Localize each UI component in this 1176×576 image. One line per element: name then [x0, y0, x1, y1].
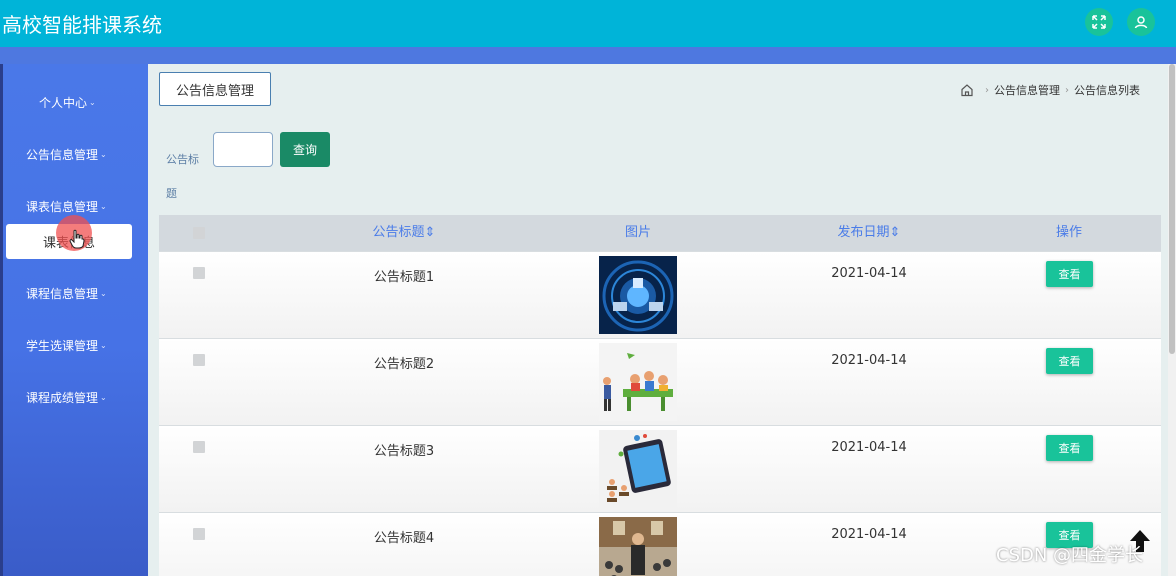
row-title: 公告标题2 — [373, 357, 435, 372]
column-header-label: 公告标题 — [372, 225, 425, 240]
row-title: 公告标题3 — [373, 444, 435, 459]
caret-down-icon: ⌄ — [100, 201, 107, 211]
row-date: 2021-04-14 — [831, 527, 907, 542]
row-checkbox[interactable] — [193, 441, 205, 453]
select-all-checkbox[interactable] — [193, 227, 205, 239]
user-button[interactable] — [1127, 8, 1155, 36]
home-icon[interactable] — [960, 83, 974, 97]
fullscreen-button[interactable] — [1085, 8, 1113, 36]
sidebar-item-course-management[interactable]: 课程信息管理 ⌄ — [0, 281, 148, 305]
column-header-date[interactable]: 发布日期⇕ — [789, 215, 949, 251]
row-title: 公告标题1 — [373, 270, 435, 285]
table-row: 公告标题1 2021-04-14 查看 — [159, 251, 1161, 338]
search-button[interactable]: 查询 — [280, 132, 330, 167]
column-header-label: 发布日期 — [837, 225, 890, 240]
view-button[interactable]: 查看 — [1046, 261, 1093, 287]
sidebar — [0, 64, 148, 576]
sidebar-item-label: 学生选课管理 — [26, 338, 99, 353]
app-title: 高校智能排课系统 — [2, 13, 162, 37]
table-row: 公告标题2 2021-04-14 查看 — [159, 338, 1161, 425]
sidebar-item-personal-center[interactable]: 个人中心 ⌄ — [0, 90, 148, 114]
sidebar-edge — [0, 64, 3, 576]
search-input[interactable] — [213, 132, 273, 167]
row-checkbox[interactable] — [193, 528, 205, 540]
view-button[interactable]: 查看 — [1046, 435, 1093, 461]
notice-image — [599, 256, 677, 334]
column-header-title[interactable]: 公告标题⇕ — [309, 215, 499, 251]
view-button[interactable]: 查看 — [1046, 348, 1093, 374]
sidebar-item-label: 个人中心 — [39, 95, 88, 110]
caret-down-icon: ⌄ — [100, 288, 107, 298]
sidebar-item-label: 公告信息管理 — [26, 147, 99, 162]
page-scrollbar[interactable] — [1168, 64, 1176, 576]
sidebar-item-label: 课程成绩管理 — [26, 390, 99, 405]
scrollbar-thumb[interactable] — [1169, 64, 1175, 354]
breadcrumb-separator: › — [1065, 84, 1069, 96]
sidebar-item-course-selection[interactable]: 学生选课管理 ⌄ — [0, 333, 148, 357]
notice-table: 公告标题⇕ 图片 发布日期⇕ 操作 公告标题1 2021-04-14 查看 公告… — [159, 215, 1161, 576]
header-subbar — [0, 47, 1176, 64]
sort-icon: ⇕ — [424, 225, 436, 240]
expand-icon — [1092, 15, 1106, 29]
breadcrumb: › 公告信息管理 › 公告信息列表 — [960, 82, 1140, 98]
user-icon — [1134, 16, 1148, 29]
row-date: 2021-04-14 — [831, 440, 907, 455]
hand-pointer-icon — [69, 229, 85, 249]
row-checkbox[interactable] — [193, 354, 205, 366]
column-header-image: 图片 — [624, 225, 651, 240]
table-row: 公告标题3 2021-04-14 查看 — [159, 425, 1161, 512]
top-header: 高校智能排课系统 — [0, 0, 1176, 47]
breadcrumb-item[interactable]: 公告信息管理 — [994, 82, 1060, 98]
breadcrumb-item: 公告信息列表 — [1074, 84, 1140, 97]
sidebar-item-label: 课表信息管理 — [26, 199, 99, 214]
caret-down-icon: ⌄ — [100, 149, 107, 159]
search-label: 公告标题 — [166, 153, 199, 200]
watermark: CSDN @四金学长 — [996, 545, 1144, 566]
sidebar-item-label: 课程信息管理 — [26, 286, 99, 301]
breadcrumb-separator: › — [985, 84, 989, 96]
caret-down-icon: ⌄ — [89, 97, 96, 107]
row-date: 2021-04-14 — [831, 266, 907, 281]
row-date: 2021-04-14 — [831, 353, 907, 368]
sidebar-item-grades-management[interactable]: 课程成绩管理 ⌄ — [0, 385, 148, 409]
notice-image — [599, 343, 677, 421]
notice-image — [599, 430, 677, 508]
sidebar-item-notice-management[interactable]: 公告信息管理 ⌄ — [0, 142, 148, 166]
row-checkbox[interactable] — [193, 267, 205, 279]
column-header-actions: 操作 — [1055, 225, 1082, 240]
sort-icon: ⇕ — [889, 225, 901, 240]
notice-image — [599, 517, 677, 576]
row-title: 公告标题4 — [373, 531, 435, 546]
page-tag[interactable]: 公告信息管理 — [159, 72, 271, 106]
caret-down-icon: ⌄ — [100, 392, 107, 402]
table-header: 公告标题⇕ 图片 发布日期⇕ 操作 — [159, 215, 1161, 251]
caret-down-icon: ⌄ — [100, 340, 107, 350]
